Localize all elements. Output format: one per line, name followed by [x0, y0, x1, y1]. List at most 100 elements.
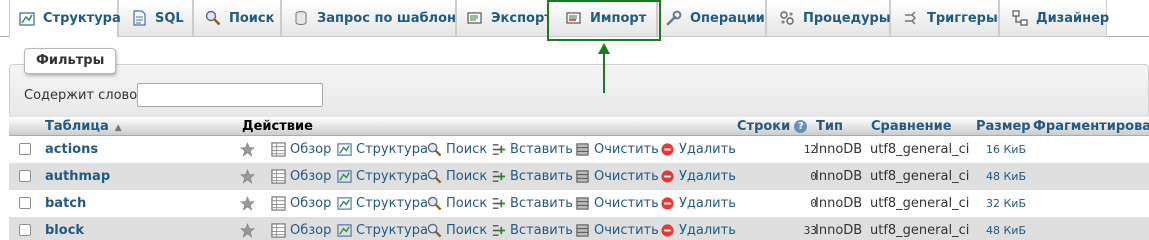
empty-action[interactable]: Очистить [575, 136, 659, 163]
engine-type: InnoDB [815, 142, 863, 157]
tab-label: Импорт [590, 10, 647, 26]
drop-action[interactable]: Удалить [660, 163, 736, 190]
table-size-link[interactable]: 16 КиБ [986, 136, 1026, 163]
action-label: Удалить [679, 196, 736, 211]
table-name-link[interactable]: authmap [45, 163, 110, 190]
header-collation[interactable]: Сравнение [871, 117, 952, 136]
favorite-star-icon[interactable] [240, 136, 259, 163]
tab-search[interactable]: Поиск [193, 0, 281, 37]
action-label: Очистить [594, 196, 659, 211]
row-checkbox[interactable] [19, 170, 31, 182]
action-label: Обзор [290, 169, 332, 184]
browse-action[interactable]: Обзор [271, 136, 331, 163]
filter-label: Содержит слово: [24, 88, 142, 103]
browse-icon [271, 169, 290, 184]
favorite-star-icon[interactable] [240, 217, 259, 240]
structure-action[interactable]: Структура [337, 136, 428, 163]
browse-icon [271, 223, 290, 238]
tab-query[interactable]: Запрос по шаблону [281, 0, 464, 37]
structure-icon [19, 11, 35, 27]
empty-action[interactable]: Очистить [575, 163, 659, 190]
row-checkbox[interactable] [19, 143, 31, 155]
structure-icon [337, 223, 356, 238]
drop-action[interactable]: Удалить [660, 190, 736, 217]
table-row: authmap Обзор Структура Поиск Вставить Очисти… [9, 163, 1149, 190]
structure-action[interactable]: Структура [337, 190, 428, 217]
tab-sql[interactable]: SQL [118, 0, 193, 37]
search-action[interactable]: Поиск [427, 163, 487, 190]
collation: utf8_general_ci [870, 196, 970, 211]
action-label: Удалить [679, 223, 736, 238]
empty-action[interactable]: Очистить [575, 190, 659, 217]
search-icon [427, 196, 446, 211]
routines-icon [779, 10, 795, 26]
insert-icon [491, 223, 510, 238]
tab-export[interactable]: Экспорт [456, 0, 552, 37]
header-overhead[interactable]: Фрагментировано [1033, 117, 1149, 136]
insert-action[interactable]: Вставить [491, 163, 573, 190]
query-icon [293, 10, 309, 26]
structure-action[interactable]: Структура [337, 163, 428, 190]
browse-action[interactable]: Обзор [271, 217, 331, 240]
table-size-link[interactable]: 32 КиБ [986, 190, 1026, 217]
header-table[interactable]: Таблица ▲ [45, 117, 122, 136]
action-label: Вставить [510, 196, 573, 211]
drop-action[interactable]: Удалить [660, 217, 736, 240]
drop-icon [660, 223, 679, 238]
empty-action[interactable]: Очистить [575, 217, 659, 240]
tab-import[interactable]: Импорт [548, 0, 657, 37]
table-name-link[interactable]: block [45, 217, 84, 240]
action-label: Очистить [594, 169, 659, 184]
tab-structure[interactable]: Структура [9, 0, 121, 38]
action-label: Вставить [510, 169, 573, 184]
tab-label: Запрос по шаблону [317, 10, 465, 26]
browse-action[interactable]: Обзор [271, 163, 331, 190]
filters-legend: Фильтры [24, 48, 117, 74]
insert-action[interactable]: Вставить [491, 190, 573, 217]
tab-triggers[interactable]: Триггеры [890, 0, 999, 37]
favorite-star-icon[interactable] [240, 163, 259, 190]
action-label: Удалить [679, 142, 736, 157]
search-action[interactable]: Поиск [427, 136, 487, 163]
table-name-link[interactable]: actions [45, 136, 98, 163]
browse-action[interactable]: Обзор [271, 190, 331, 217]
search-icon [205, 10, 221, 26]
insert-icon [491, 142, 510, 157]
tab-designer[interactable]: Дизайнер [999, 0, 1109, 37]
filter-input[interactable] [137, 83, 323, 107]
header-size[interactable]: Размер [976, 117, 1031, 136]
action-label: Структура [356, 196, 428, 211]
favorite-star-icon[interactable] [240, 190, 259, 217]
drop-icon [660, 142, 679, 157]
tab-label: Процедуры [803, 10, 891, 26]
header-table-label: Таблица [45, 119, 109, 134]
row-checkbox[interactable] [19, 197, 31, 209]
table-name-link[interactable]: batch [45, 190, 86, 217]
search-action[interactable]: Поиск [427, 190, 487, 217]
insert-action[interactable]: Вставить [491, 217, 573, 240]
triggers-icon [903, 10, 919, 26]
insert-icon [491, 169, 510, 184]
tab-operations[interactable]: Операции [657, 0, 766, 37]
search-action[interactable]: Поиск [427, 217, 487, 240]
tab-label: Операции [690, 10, 765, 26]
sql-icon [131, 10, 147, 26]
row-checkbox[interactable] [19, 224, 31, 236]
action-label: Обзор [290, 196, 332, 211]
tab-label: SQL [155, 10, 184, 26]
tab-label: Поиск [229, 10, 275, 26]
browse-icon [271, 196, 290, 211]
structure-icon [337, 142, 356, 157]
tab-routines[interactable]: Процедуры [766, 0, 891, 37]
drop-action[interactable]: Удалить [660, 136, 736, 163]
insert-action[interactable]: Вставить [491, 136, 573, 163]
header-rows-label: Строки [737, 119, 791, 134]
table-size-link[interactable]: 48 КиБ [986, 217, 1026, 240]
structure-icon [337, 196, 356, 211]
engine-type: InnoDB [815, 169, 863, 184]
header-type[interactable]: Тип [816, 117, 843, 136]
table-size-link[interactable]: 48 КиБ [986, 163, 1026, 190]
header-rows[interactable]: Строки? [737, 117, 808, 136]
help-icon[interactable]: ? [794, 120, 808, 133]
structure-action[interactable]: Структура [337, 217, 428, 240]
